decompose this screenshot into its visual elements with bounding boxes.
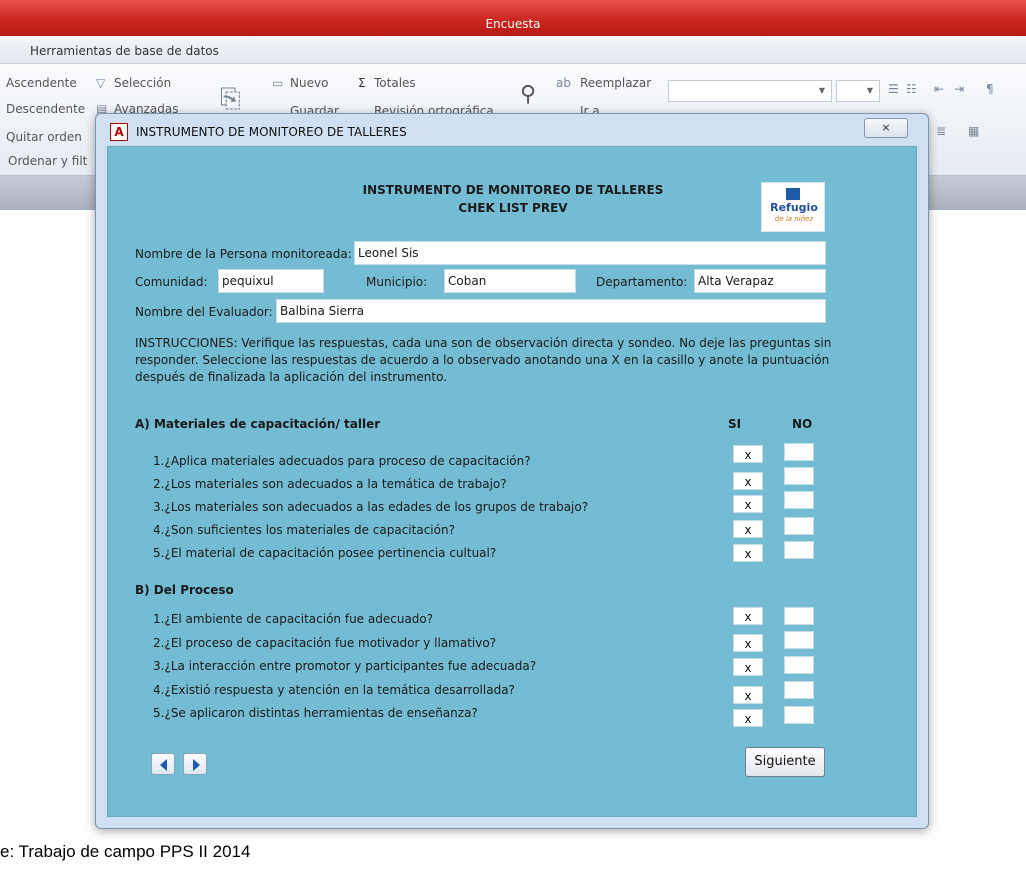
selection-button[interactable]: Selección <box>114 76 171 90</box>
tab-database-tools[interactable]: Herramientas de base de datos <box>30 44 219 58</box>
question-a1: 1.¿Aplica materiales adecuados para proc… <box>153 454 531 468</box>
logo-text: Refugio <box>770 201 818 214</box>
answer-no-a4[interactable] <box>784 517 814 535</box>
logo-subtext: de la niñez <box>774 215 814 223</box>
new-record-icon: ▭ <box>272 76 284 90</box>
app-titlebar: Encuesta <box>0 0 1026 36</box>
previous-record-button[interactable] <box>151 753 175 775</box>
answer-si-b4[interactable]: x <box>733 686 763 704</box>
answer-si-b5[interactable]: x <box>733 709 763 727</box>
answer-no-b5[interactable] <box>784 706 814 724</box>
replace-button[interactable]: Reemplazar <box>580 76 651 90</box>
source-caption: e: Trabajo de campo PPS II 2014 <box>0 842 251 861</box>
question-a4: 4.¿Son suficientes los materiales de cap… <box>153 523 455 537</box>
arrow-left-icon <box>160 759 167 771</box>
answer-si-a4[interactable]: x <box>733 520 763 538</box>
comunidad-field[interactable]: pequixul <box>218 269 324 293</box>
answer-si-a3[interactable]: x <box>733 495 763 513</box>
answer-si-b1[interactable]: x <box>733 607 763 625</box>
replace-icon: ab <box>556 76 571 90</box>
next-record-button[interactable] <box>183 753 207 775</box>
answer-si-a1[interactable]: x <box>733 445 763 463</box>
persona-label: Nombre de la Persona monitoreada: <box>135 247 352 261</box>
question-b2: 2.¿El proceso de capacitación fue motiva… <box>153 636 497 650</box>
question-a5: 5.¿El material de capacitación posee per… <box>153 546 497 560</box>
siguiente-button[interactable]: Siguiente <box>745 747 825 777</box>
question-b1: 1.¿El ambiente de capacitación fue adecu… <box>153 612 434 626</box>
answer-no-a2[interactable] <box>784 467 814 485</box>
answer-no-b1[interactable] <box>784 607 814 625</box>
sort-ascending-button[interactable]: Ascendente <box>6 76 77 90</box>
column-si: SI <box>728 417 742 431</box>
persona-field[interactable]: Leonel Sis <box>354 241 826 265</box>
new-record-button[interactable]: Nuevo <box>290 76 328 90</box>
evaluador-label: Nombre del Evaluador: <box>135 305 273 319</box>
binoculars-icon: ⚲ <box>520 82 537 107</box>
gridlines-icon[interactable]: ▦ <box>968 124 979 138</box>
answer-no-a5[interactable] <box>784 541 814 559</box>
totals-button[interactable]: Totales <box>374 76 416 90</box>
dialog-title: INSTRUMENTO DE MONITOREO DE TALLERES <box>136 125 407 139</box>
answer-no-b3[interactable] <box>784 656 814 674</box>
municipio-field[interactable]: Coban <box>444 269 576 293</box>
question-a3: 3.¿Los materiales son adecuados a las ed… <box>153 500 589 514</box>
rtl-icon[interactable]: ¶ <box>986 82 994 96</box>
sort-filter-group-label: Ordenar y filt <box>8 154 88 168</box>
chevron-down-icon: ▼ <box>818 86 825 95</box>
instructions: INSTRUCCIONES: Verifique las respuestas,… <box>135 336 832 384</box>
clear-sort-button[interactable]: Quitar orden <box>6 130 82 144</box>
municipio-label: Municipio: <box>366 275 428 289</box>
answer-no-b2[interactable] <box>784 631 814 649</box>
comunidad-label: Comunidad: <box>135 275 208 289</box>
access-icon: A <box>110 123 128 141</box>
font-name-combo[interactable]: ▼ <box>668 80 832 102</box>
ribbon-tabs: Herramientas de base de datos <box>0 36 1026 64</box>
section-b-title: B) Del Proceso <box>135 583 234 597</box>
outdent-icon[interactable]: ⇥ <box>954 82 964 96</box>
section-a-title: A) Materiales de capacitación/ taller <box>135 417 381 431</box>
form-body: INSTRUMENTO DE MONITOREO DE TALLERES CHE… <box>107 146 917 817</box>
indent-icon[interactable]: ⇤ <box>934 82 944 96</box>
answer-si-a5[interactable]: x <box>733 544 763 562</box>
sum-icon: Σ <box>358 76 366 90</box>
bullets-icon[interactable]: ☰ <box>888 82 899 96</box>
close-button[interactable]: ⨯ <box>864 118 908 138</box>
sort-descending-button[interactable]: Descendente <box>6 102 85 116</box>
form-dialog: A INSTRUMENTO DE MONITOREO DE TALLERES ⨯… <box>95 113 929 829</box>
answer-si-b2[interactable]: x <box>733 634 763 652</box>
departamento-label: Departamento: <box>596 275 688 289</box>
screenshot: Encuesta Herramientas de base de datos A… <box>0 0 1026 888</box>
arrow-right-icon <box>193 759 200 771</box>
answer-si-a2[interactable]: x <box>733 472 763 490</box>
question-a2: 2.¿Los materiales son adecuados a la tem… <box>153 477 507 491</box>
refresh-icon: ⎘ <box>220 84 241 114</box>
question-b4: 4.¿Existió respuesta y atención en la te… <box>153 683 515 697</box>
refugio-logo: Refugio de la niñez <box>761 182 825 232</box>
align-icon[interactable]: ≣ <box>936 124 946 138</box>
answer-si-b3[interactable]: x <box>733 658 763 676</box>
numbering-icon[interactable]: ☷ <box>906 82 917 96</box>
column-no: NO <box>792 417 813 431</box>
answer-no-a1[interactable] <box>784 443 814 461</box>
answer-no-b4[interactable] <box>784 681 814 699</box>
answer-no-a3[interactable] <box>784 491 814 509</box>
app-title: Encuesta <box>485 17 541 31</box>
evaluador-field[interactable]: Balbina Sierra <box>276 299 826 323</box>
chevron-down-icon: ▼ <box>866 86 873 95</box>
question-b5: 5.¿Se aplicaron distintas herramientas d… <box>153 706 478 720</box>
departamento-field[interactable]: Alta Verapaz <box>694 269 826 293</box>
house-icon <box>786 188 800 200</box>
question-b3: 3.¿La interacción entre promotor y parti… <box>153 659 537 673</box>
font-size-combo[interactable]: ▼ <box>836 80 880 102</box>
filter-icon: ▽ <box>96 76 106 90</box>
